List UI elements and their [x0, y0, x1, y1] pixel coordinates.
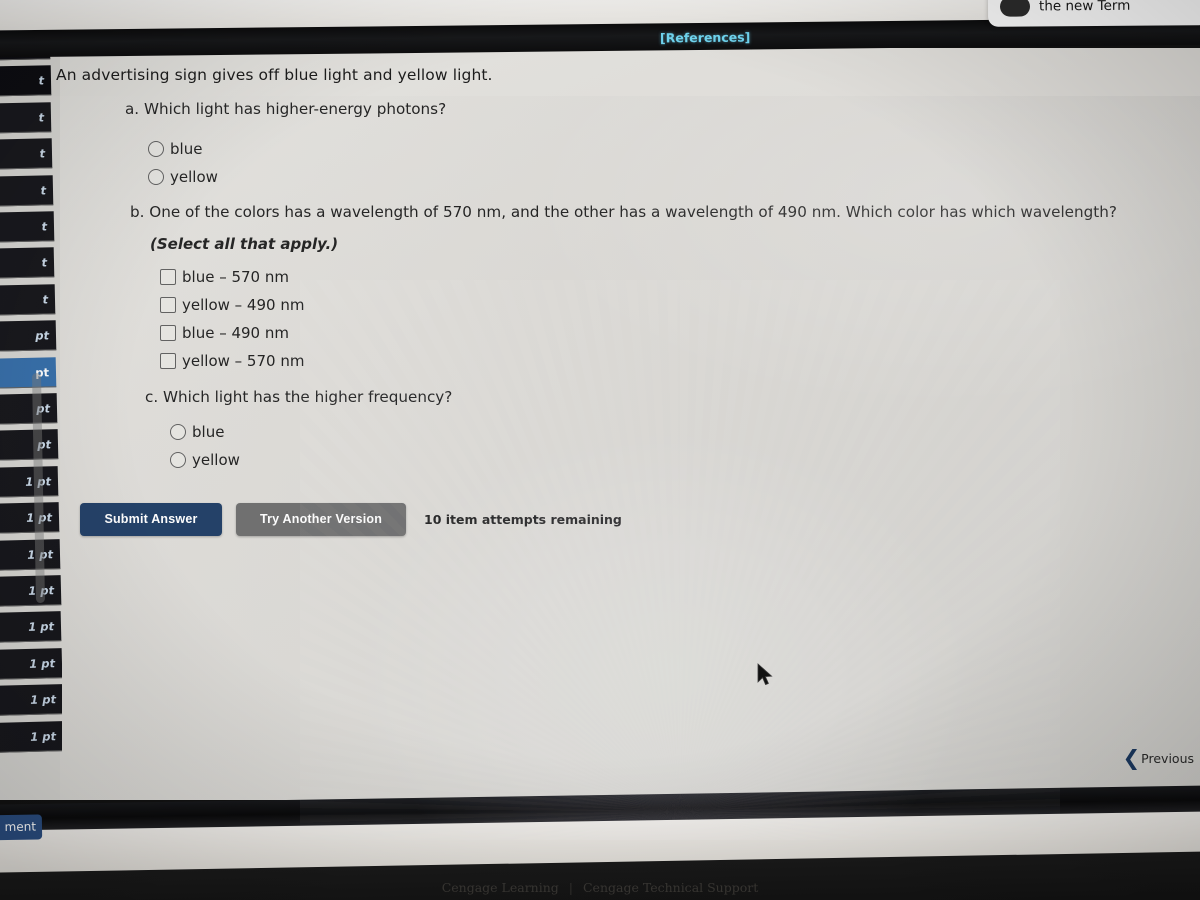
- sidebar-score-item-8[interactable]: pt: [0, 320, 56, 352]
- sidebar-score-item-7[interactable]: t: [0, 284, 56, 316]
- option-a-yellow[interactable]: yellow: [148, 163, 218, 191]
- option-b-yellow-490[interactable]: yellow – 490 nm: [160, 291, 304, 319]
- part-c-prompt: c. Which light has the higher frequency?: [145, 388, 453, 406]
- part-b-prompt: b. One of the colors has a wavelength of…: [130, 203, 1117, 221]
- radio-icon[interactable]: [148, 141, 164, 157]
- option-label: blue: [192, 423, 225, 441]
- radio-icon[interactable]: [170, 424, 186, 440]
- notification-popup[interactable]: the new Term: [987, 0, 1200, 27]
- option-label: blue – 490 nm: [182, 324, 289, 342]
- part-c-options: blue yellow: [170, 418, 240, 474]
- sidebar-score-item-15[interactable]: 1 pt: [0, 575, 61, 607]
- footer: Cengage Learning | Cengage Technical Sup…: [0, 880, 1200, 895]
- sidebar-score-item-12[interactable]: 1 pt: [0, 465, 59, 498]
- sidebar-score-item-10[interactable]: pt: [0, 393, 58, 425]
- option-b-yellow-570[interactable]: yellow – 570 nm: [160, 347, 304, 375]
- vertical-scrollbar[interactable]: [31, 328, 46, 768]
- radio-icon[interactable]: [170, 452, 186, 468]
- previous-label: Previous: [1141, 751, 1194, 766]
- sidebar-score-item-5[interactable]: t: [0, 211, 54, 243]
- pill-badge-icon: [999, 0, 1031, 17]
- sidebar-score-item-13[interactable]: 1 pt: [0, 502, 60, 535]
- submit-answer-button[interactable]: Submit Answer: [80, 503, 222, 536]
- question-stem: An advertising sign gives off blue light…: [56, 66, 493, 84]
- sidebar-score-item-19[interactable]: 1 pt: [0, 720, 62, 753]
- sidebar-score-item-18[interactable]: 1 pt: [0, 684, 62, 717]
- display-screen: An advertising sign gives off blue light…: [0, 48, 1200, 800]
- option-label: yellow: [170, 168, 218, 186]
- part-a-prompt: a. Which light has higher-energy photons…: [125, 100, 447, 118]
- gradebook-sidebar: ttttttttptptptpt1 pt1 pt1 pt1 pt1 pt1 pt…: [0, 48, 62, 800]
- sidebar-score-item-6[interactable]: t: [0, 247, 55, 280]
- sidebar-score-item-4[interactable]: t: [0, 174, 54, 207]
- checkbox-icon[interactable]: [160, 325, 176, 341]
- option-c-blue[interactable]: blue: [170, 418, 240, 446]
- part-b-options: blue – 570 nm yellow – 490 nm blue – 490…: [160, 263, 304, 375]
- checkbox-icon[interactable]: [160, 297, 176, 313]
- sidebar-score-item-3[interactable]: t: [0, 138, 53, 170]
- question-page-card: An advertising sign gives off blue light…: [56, 48, 1200, 800]
- sidebar-score-item-9[interactable]: pt: [0, 356, 57, 389]
- option-label: blue – 570 nm: [182, 268, 289, 286]
- sidebar-score-item-14[interactable]: 1 pt: [0, 538, 61, 571]
- assignment-button[interactable]: ment: [0, 814, 43, 841]
- option-a-blue[interactable]: blue: [148, 135, 218, 163]
- option-label: blue: [170, 140, 203, 158]
- option-label: yellow – 570 nm: [182, 352, 305, 370]
- footer-technical-support-link[interactable]: Cengage Technical Support: [583, 880, 758, 895]
- chevron-left-icon: ❮: [1122, 746, 1141, 770]
- footer-separator: |: [568, 880, 573, 895]
- try-another-version-button[interactable]: Try Another Version: [236, 503, 406, 536]
- sidebar-score-item-1[interactable]: t: [0, 65, 51, 98]
- references-link[interactable]: [References]: [660, 30, 750, 46]
- sidebar-score-item-2[interactable]: t: [0, 102, 52, 134]
- part-a-options: blue yellow: [148, 135, 218, 191]
- select-all-instruction: (Select all that apply.): [150, 235, 339, 253]
- attempts-remaining-text: 10 item attempts remaining: [424, 512, 622, 527]
- option-label: yellow: [192, 451, 240, 469]
- sidebar-score-item-17[interactable]: 1 pt: [0, 647, 62, 680]
- sidebar-score-item-16[interactable]: 1 pt: [0, 611, 62, 644]
- option-c-yellow[interactable]: yellow: [170, 446, 240, 474]
- checkbox-icon[interactable]: [160, 353, 176, 369]
- option-label: yellow – 490 nm: [182, 296, 305, 314]
- radio-icon[interactable]: [148, 169, 164, 185]
- footer-cengage-learning-link[interactable]: Cengage Learning: [442, 880, 559, 895]
- notification-text: the new Term: [1038, 0, 1131, 15]
- photo-of-screen: An advertising sign gives off blue light…: [0, 0, 1200, 900]
- previous-nav-button[interactable]: ❮ Previous: [1123, 748, 1194, 769]
- option-b-blue-490[interactable]: blue – 490 nm: [160, 319, 304, 347]
- sidebar-score-item-11[interactable]: pt: [0, 429, 59, 462]
- option-b-blue-570[interactable]: blue – 570 nm: [160, 263, 304, 291]
- checkbox-icon[interactable]: [160, 269, 176, 285]
- action-button-row: Submit Answer Try Another Version 10 ite…: [80, 503, 622, 536]
